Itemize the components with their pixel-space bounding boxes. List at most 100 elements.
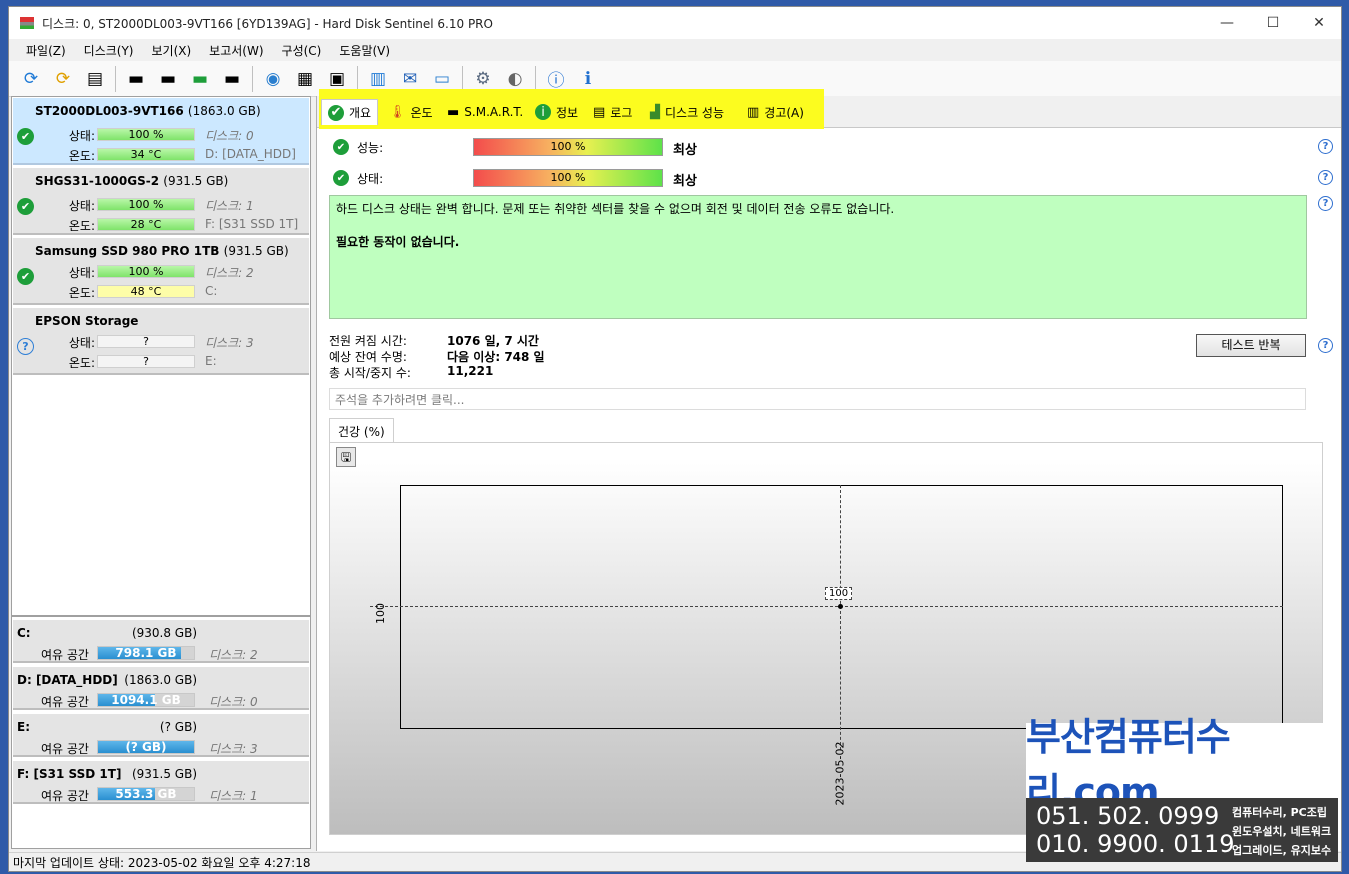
tab-smart[interactable]: ▬ S.M.A.R.T.	[441, 100, 529, 124]
tab-label: 개요	[349, 106, 372, 120]
disk-volume: E:	[205, 354, 217, 368]
y-gridline	[370, 606, 1283, 607]
volume-name: C:	[17, 626, 31, 640]
start-stop-label: 총 시작/중지 수:	[329, 366, 411, 380]
volume-entry[interactable]: C: (930.8 GB) 여유 공간 798.1 GB 디스크: 2	[13, 620, 309, 663]
ad-contact: 051. 502. 0999 010. 9900. 0119 컴퓨터수리, PC…	[1026, 798, 1338, 862]
volume-disk: 디스크: 0	[209, 695, 258, 709]
help-icon[interactable]: ?	[1318, 338, 1333, 353]
temp-bar: ?	[97, 355, 195, 368]
volume-size: (930.8 GB)	[131, 626, 197, 640]
free-space-bar: 553.3 GB	[97, 787, 195, 801]
free-space-label: 여유 공간	[41, 648, 89, 662]
disk-test-icon[interactable]: ▬	[122, 65, 150, 93]
volume-name: D: [DATA_HDD]	[17, 673, 118, 687]
volume-entry[interactable]: F: [S31 SSD 1T] (931.5 GB) 여유 공간 553.3 G…	[13, 761, 309, 804]
menu-report[interactable]: 보고서(W)	[200, 42, 272, 59]
save-icon[interactable]: 🖫	[336, 447, 356, 467]
performance-label: 성능:	[357, 140, 384, 155]
menu-config[interactable]: 구성(C)	[273, 42, 331, 59]
disk-entry[interactable]: SHGS31-1000GS-2 (931.5 GB) ✔ 상태: 100 % 디…	[13, 168, 309, 235]
app-icon	[20, 17, 34, 29]
volume-entry[interactable]: E: (? GB) 여유 공간 (? GB) 디스크: 3	[13, 714, 309, 757]
tab-disk-performance[interactable]: ▟ 디스크 성능	[644, 100, 730, 124]
temp-bar: 28 °C	[97, 218, 195, 231]
notes-input[interactable]: 주석을 추가하려면 클릭...	[329, 388, 1306, 410]
disk-title: Samsung SSD 980 PRO 1TB (931.5 GB)	[35, 244, 289, 258]
menu-file[interactable]: 파일(Z)	[17, 42, 75, 59]
tab-info[interactable]: i 정보	[529, 100, 584, 124]
disk-title: ST2000DL003-9VT166 (1863.0 GB)	[35, 104, 261, 118]
disk-icon: ▬	[447, 104, 460, 120]
action-message: 필요한 동작이 없습니다.	[336, 235, 460, 249]
free-space-bar: (? GB)	[97, 740, 195, 754]
x-gridline	[840, 485, 841, 750]
temp-label: 온도:	[68, 149, 95, 163]
status-message: 하드 디스크 상태는 완벽 합니다. 문제 또는 취약한 섹터를 찾을 수 없으…	[336, 202, 895, 216]
help-icon[interactable]: ?	[1318, 170, 1333, 185]
health-label: 상태:	[357, 171, 384, 186]
repeat-test-button[interactable]: 테스트 반복	[1196, 334, 1306, 357]
health-bar: 100 %	[473, 169, 663, 187]
tab-temperature[interactable]: 🌡 온도	[383, 100, 439, 124]
menu-view[interactable]: 보기(X)	[143, 42, 201, 59]
free-space-value: 798.1 GB	[115, 646, 177, 660]
free-space-value: 1094.1 GB	[111, 693, 181, 707]
tab-label: 경고(A)	[764, 105, 804, 120]
help-icon[interactable]: ?	[1318, 196, 1333, 211]
menu-disk[interactable]: 디스크(Y)	[75, 42, 143, 59]
health-row: ✔ 상태:	[333, 169, 467, 187]
performance-rating: 최상	[673, 143, 697, 158]
disk-number: 디스크: 1	[205, 199, 254, 213]
thermometer-icon: 🌡	[389, 104, 406, 120]
ad-phone-2: 010. 9900. 0119	[1036, 830, 1235, 858]
chart-tab[interactable]: 건강 (%)	[329, 418, 394, 443]
volume-entry[interactable]: D: [DATA_HDD] (1863.0 GB) 여유 공간 1094.1 G…	[13, 667, 309, 710]
tab-alerts[interactable]: ▥ 경고(A)	[741, 100, 810, 124]
refresh-warning-icon[interactable]: ⟳	[49, 65, 77, 93]
disk-entry[interactable]: Samsung SSD 980 PRO 1TB (931.5 GB) ✔ 상태:…	[13, 238, 309, 305]
tools-icon[interactable]: ▦	[291, 65, 319, 93]
disk-size: (931.5 GB)	[163, 174, 229, 188]
disk-ok-icon[interactable]: ▬	[186, 65, 214, 93]
disk-name: SHGS31-1000GS-2	[35, 174, 160, 188]
free-space-value: 553.3 GB	[115, 787, 177, 801]
disk-number: 디스크: 0	[205, 129, 254, 143]
internet-icon[interactable]: ◉	[259, 65, 287, 93]
disk-size: (931.5 GB)	[223, 244, 289, 258]
status-bar: 100 %	[97, 265, 195, 278]
help-icon[interactable]: ?	[1318, 139, 1333, 154]
maximize-button[interactable]: ☐	[1250, 7, 1296, 39]
close-button[interactable]: ✕	[1296, 7, 1341, 39]
disk-title: EPSON Storage	[35, 314, 138, 328]
disk-schedule-icon[interactable]: ▬	[154, 65, 182, 93]
toolbar-separator	[252, 65, 253, 92]
status-bar: 100 %	[97, 198, 195, 211]
status-bar: ?	[97, 335, 195, 348]
disk-search-icon[interactable]: ▬	[218, 65, 246, 93]
disk-entry[interactable]: ST2000DL003-9VT166 (1863.0 GB) ✔ 상태: 100…	[13, 98, 309, 165]
log-icon: ▤	[593, 104, 606, 120]
performance-row: ✔ 성능:	[333, 138, 467, 156]
refresh-icon[interactable]: ⟳	[17, 65, 45, 93]
temp-bar: 48 °C	[97, 285, 195, 298]
free-space-bar: 1094.1 GB	[97, 693, 195, 707]
temp-bar: 34 °C	[97, 148, 195, 161]
title-bar: 디스크: 0, ST2000DL003-9VT166 [6YD139AG] - …	[9, 7, 1341, 39]
volume-size: (? GB)	[159, 720, 197, 734]
tab-overview[interactable]: ✔ 개요	[321, 99, 379, 125]
ad-phone-1: 051. 502. 0999	[1036, 802, 1220, 830]
window-title: 디스크: 0, ST2000DL003-9VT166 [6YD139AG] - …	[42, 16, 493, 31]
free-space-label: 여유 공간	[41, 742, 89, 756]
toolbar-separator	[535, 65, 536, 92]
minimize-button[interactable]: —	[1204, 7, 1250, 39]
lifetime-value: 다음 이상: 748 일	[447, 350, 545, 364]
data-point	[838, 604, 843, 609]
tab-log[interactable]: ▤ 로그	[587, 100, 638, 124]
menu-help[interactable]: 도움말(V)	[330, 42, 399, 59]
temp-label: 온도:	[68, 286, 95, 300]
disk-volume: D: [DATA_HDD]	[205, 147, 296, 161]
free-space-bar: 798.1 GB	[97, 646, 195, 660]
disk-list-icon[interactable]: ▤	[81, 65, 109, 93]
disk-entry[interactable]: EPSON Storage ? 상태: ? 디스크: 3 온도: ? E:	[13, 308, 309, 375]
